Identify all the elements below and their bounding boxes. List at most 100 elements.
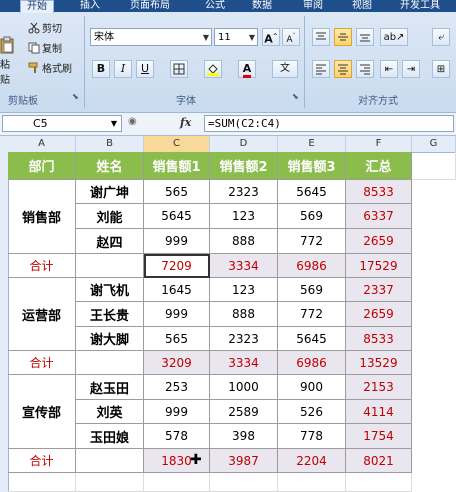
phonetic-button[interactable]: 文	[272, 60, 298, 78]
subtotal-sales3-cell[interactable]: 6986	[278, 351, 346, 375]
font-launcher-icon[interactable]: ⬊	[292, 92, 299, 101]
column-header-a[interactable]: A	[8, 136, 76, 152]
subtotal-sales1-cell[interactable]: 1830 ✚	[144, 449, 210, 473]
grow-font-button[interactable]: A^	[262, 28, 280, 46]
sales1-cell[interactable]: 999	[144, 400, 210, 424]
column-header-e[interactable]: E	[278, 136, 346, 152]
sales2-cell[interactable]: 888	[210, 302, 278, 327]
sales1-cell[interactable]: 565	[144, 180, 210, 204]
subtotal-sales1-cell[interactable]: 3209	[144, 351, 210, 375]
paste-button[interactable]: 粘贴	[0, 36, 16, 86]
name-cell[interactable]: 玉田娘	[76, 424, 144, 449]
header-cell-name[interactable]: 姓名	[76, 152, 144, 180]
merge-center-button[interactable]: ⊞	[432, 60, 450, 78]
column-header-b[interactable]: B	[76, 136, 144, 152]
total-cell[interactable]: 2337	[346, 278, 412, 302]
name-cell[interactable]: 赵玉田	[76, 375, 144, 400]
sales2-cell[interactable]: 398	[210, 424, 278, 449]
sales2-cell[interactable]: 2589	[210, 400, 278, 424]
sales3-cell[interactable]: 778	[278, 424, 346, 449]
cut-button[interactable]: 剪切	[28, 20, 62, 35]
subtotal-sales2-cell[interactable]: 3334	[210, 351, 278, 375]
sales1-cell[interactable]: 253	[144, 375, 210, 400]
align-left-button[interactable]	[312, 60, 330, 78]
sales3-cell[interactable]: 5645	[278, 327, 346, 351]
subtotal-label-cell[interactable]: 合计	[8, 351, 76, 375]
total-cell[interactable]: 2153	[346, 375, 412, 400]
subtotal-label-cell[interactable]: 合计	[8, 254, 76, 278]
insert-function-button[interactable]: fx	[180, 116, 191, 129]
total-cell[interactable]: 2659	[346, 229, 412, 254]
header-cell-dept[interactable]: 部门	[8, 152, 76, 180]
empty-cell[interactable]	[8, 473, 76, 492]
total-cell[interactable]: 2659	[346, 302, 412, 327]
sales1-cell[interactable]: 565	[144, 327, 210, 351]
column-header-g[interactable]: G	[412, 136, 456, 152]
subtotal-total-cell[interactable]: 8021	[346, 449, 412, 473]
sales1-cell[interactable]: 578	[144, 424, 210, 449]
total-cell[interactable]: 8533	[346, 327, 412, 351]
empty-cell[interactable]	[210, 473, 278, 492]
empty-cell[interactable]	[76, 254, 144, 278]
name-cell[interactable]: 刘英	[76, 400, 144, 424]
name-cell[interactable]: 赵四	[76, 229, 144, 254]
sales3-cell[interactable]: 5645	[278, 180, 346, 204]
sales2-cell[interactable]: 888	[210, 229, 278, 254]
column-header-f[interactable]: F	[346, 136, 412, 152]
empty-cell[interactable]	[412, 152, 456, 180]
total-cell[interactable]: 8533	[346, 180, 412, 204]
empty-cell[interactable]	[278, 473, 346, 492]
empty-cell[interactable]	[76, 473, 144, 492]
name-cell[interactable]: 刘能	[76, 204, 144, 229]
empty-cell[interactable]	[346, 473, 412, 492]
decrease-indent-button[interactable]: ⇤	[380, 60, 398, 78]
column-header-c[interactable]: C	[144, 136, 210, 152]
active-subtotal-sales1-cell[interactable]: 7209	[144, 254, 210, 278]
tab-developer[interactable]: 开发工具	[400, 0, 440, 12]
dept-cell[interactable]: 宣传部	[8, 375, 76, 449]
name-cell[interactable]: 谢大脚	[76, 327, 144, 351]
subtotal-sales2-cell[interactable]: 3334	[210, 254, 278, 278]
tab-formulas[interactable]: 公式	[205, 0, 225, 12]
sales1-cell[interactable]: 1645	[144, 278, 210, 302]
sales3-cell[interactable]: 526	[278, 400, 346, 424]
underline-button[interactable]: U	[136, 60, 154, 78]
dept-cell[interactable]: 销售部	[8, 180, 76, 254]
sales1-cell[interactable]: 5645	[144, 204, 210, 229]
align-middle-button[interactable]	[334, 28, 352, 46]
shrink-font-button[interactable]: Aˇ	[282, 28, 300, 46]
total-cell[interactable]: 6337	[346, 204, 412, 229]
font-size-select[interactable]: 11 ▼	[214, 28, 258, 46]
header-cell-sales2[interactable]: 销售额2	[210, 152, 278, 180]
tab-page-layout[interactable]: 页面布局	[130, 0, 170, 12]
header-cell-sales3[interactable]: 销售额3	[278, 152, 346, 180]
tab-data[interactable]: 数据	[252, 0, 272, 12]
total-cell[interactable]: 1754	[346, 424, 412, 449]
wrap-text-button[interactable]: ⤶	[432, 28, 450, 46]
italic-button[interactable]: I	[114, 60, 132, 78]
borders-button[interactable]	[170, 60, 188, 78]
increase-indent-button[interactable]: ⇥	[402, 60, 420, 78]
name-cell[interactable]: 谢飞机	[76, 278, 144, 302]
total-cell[interactable]: 4114	[346, 400, 412, 424]
bold-button[interactable]: B	[92, 60, 110, 78]
align-bottom-button[interactable]	[356, 28, 374, 46]
font-color-button[interactable]: A	[238, 60, 256, 78]
align-right-button[interactable]	[356, 60, 374, 78]
sales2-cell[interactable]: 123	[210, 278, 278, 302]
sales3-cell[interactable]: 900	[278, 375, 346, 400]
empty-cell[interactable]	[76, 351, 144, 375]
sales3-cell[interactable]: 569	[278, 204, 346, 229]
sales2-cell[interactable]: 2323	[210, 180, 278, 204]
column-header-d[interactable]: D	[210, 136, 278, 152]
subtotal-sales2-cell[interactable]: 3987	[210, 449, 278, 473]
tab-home[interactable]: 开始	[20, 0, 54, 13]
name-cell[interactable]: 王长贵	[76, 302, 144, 327]
formula-input[interactable]: =SUM(C2:C4)	[204, 115, 454, 132]
subtotal-total-cell[interactable]: 17529	[346, 254, 412, 278]
sales2-cell[interactable]: 123	[210, 204, 278, 229]
fill-color-button[interactable]	[204, 60, 222, 78]
name-cell[interactable]: 谢广坤	[76, 180, 144, 204]
header-cell-total[interactable]: 汇总	[346, 152, 412, 180]
sales3-cell[interactable]: 569	[278, 278, 346, 302]
